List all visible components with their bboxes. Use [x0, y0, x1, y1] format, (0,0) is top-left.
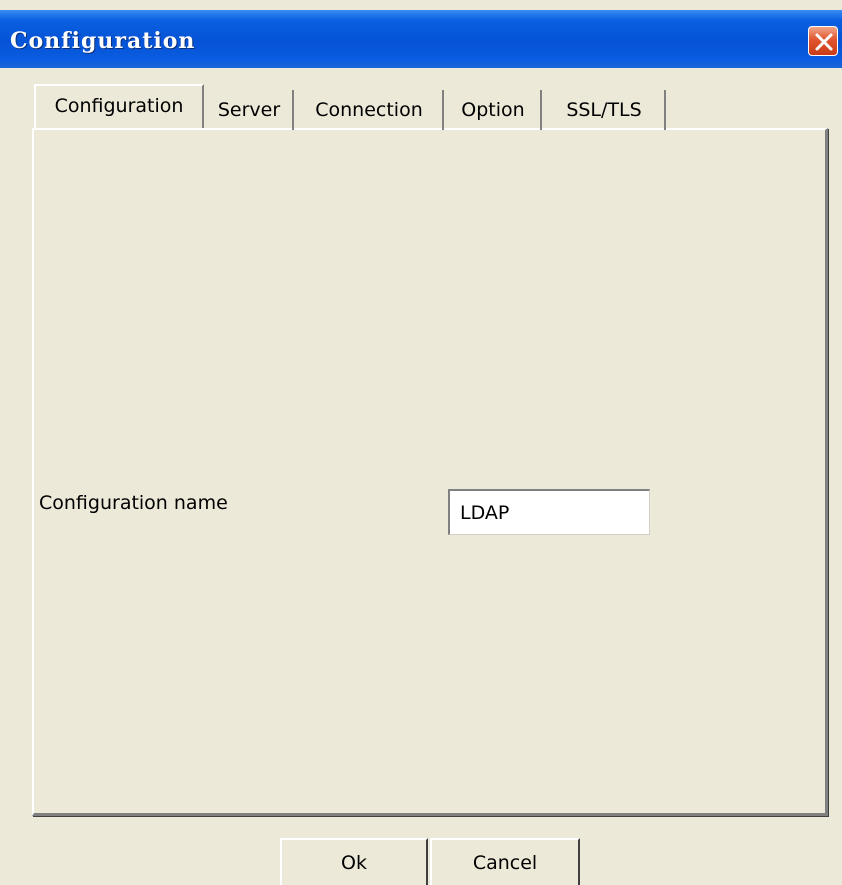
ok-button[interactable]: Ok: [280, 838, 428, 885]
window-title: Configuration: [10, 28, 196, 54]
tab-connection[interactable]: Connection: [296, 90, 444, 130]
close-button[interactable]: [808, 26, 838, 56]
tab-panel-configuration: [32, 128, 828, 816]
configuration-name-input[interactable]: [448, 489, 650, 535]
configuration-name-label: Configuration name: [39, 492, 228, 514]
tab-server[interactable]: Server: [206, 90, 294, 130]
title-bar[interactable]: Configuration: [0, 10, 842, 68]
cancel-button[interactable]: Cancel: [430, 838, 580, 885]
tab-ssl-tls[interactable]: SSL/TLS: [544, 90, 666, 130]
close-icon: [815, 33, 833, 51]
tab-configuration[interactable]: Configuration: [34, 84, 204, 128]
tab-option[interactable]: Option: [446, 90, 542, 130]
configuration-dialog: Configuration Configuration Server Conne…: [0, 0, 842, 885]
